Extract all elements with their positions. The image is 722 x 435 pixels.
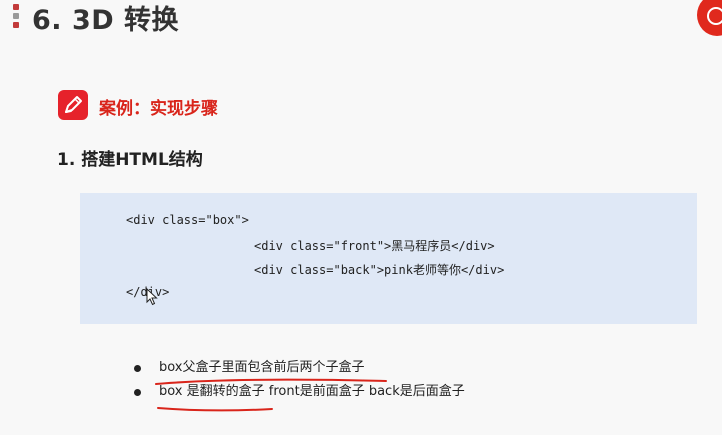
code-block: <div class="box"> <div class="front">黑马程…	[80, 193, 697, 324]
bullet-dot-icon	[134, 389, 141, 396]
page-title: 6. 3D 转换	[32, 5, 180, 36]
mouse-cursor-icon	[146, 287, 158, 310]
pencil-icon	[58, 90, 88, 120]
code-line: <div class="back">pink老师等你</div>	[254, 263, 505, 277]
red-underline-annotation	[154, 373, 390, 392]
code-line: <div class="box">	[126, 213, 249, 227]
step-heading: 1. 搭建HTML结构	[57, 150, 203, 170]
code-line: <div class="front">黑马程序员</div>	[254, 239, 495, 253]
brand-logo-icon	[697, 0, 722, 36]
bullet-dot-icon	[134, 365, 141, 372]
red-underline-annotation	[156, 400, 276, 419]
case-title: 案例：实现步骤	[99, 99, 218, 119]
title-bullet-icon	[11, 4, 21, 31]
